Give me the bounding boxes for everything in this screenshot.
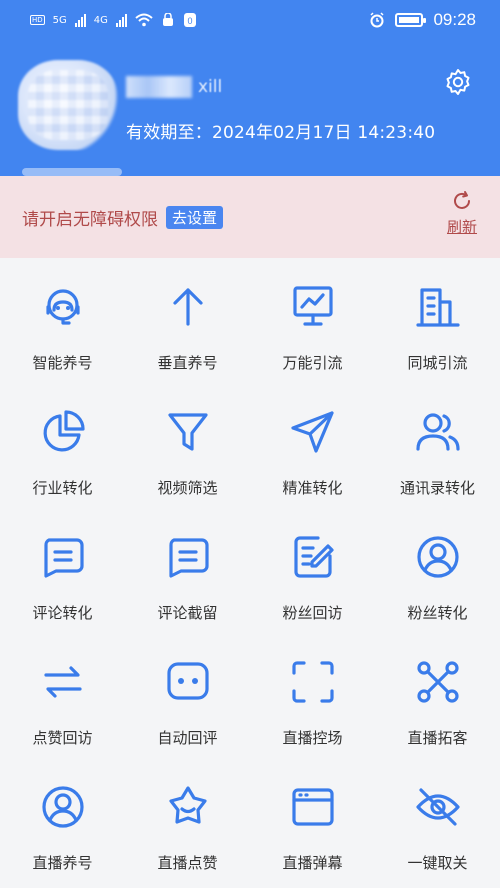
eye-off-icon xyxy=(415,788,460,826)
feature-tile-1[interactable]: 智能养号 xyxy=(0,270,125,395)
username: xill xyxy=(126,76,222,98)
clock: 09:28 xyxy=(433,10,476,29)
feature-tile-10[interactable]: 评论截留 xyxy=(125,520,250,645)
feature-tile-9[interactable]: 评论转化 xyxy=(0,520,125,645)
wifi-icon xyxy=(135,13,153,27)
network-icon xyxy=(416,661,459,703)
swap-icon xyxy=(43,666,82,698)
feature-tile-17[interactable]: 直播养号 xyxy=(0,770,125,888)
feature-tile-8[interactable]: 通讯录转化 xyxy=(375,395,500,520)
robot-icon xyxy=(45,289,80,325)
feature-label: 同城引流 xyxy=(407,354,468,372)
feature-tile-19[interactable]: 直播弹幕 xyxy=(250,770,375,888)
feature-tile-16[interactable]: 直播拓客 xyxy=(375,645,500,770)
net-1-label: 5G xyxy=(52,14,67,26)
signal-icon xyxy=(74,13,86,27)
feature-tile-11[interactable]: 粉丝回访 xyxy=(250,520,375,645)
contacts-icon xyxy=(415,413,460,451)
svg-text:0: 0 xyxy=(187,16,192,26)
feature-label: 视频筛选 xyxy=(157,479,218,497)
feature-tile-2[interactable]: 垂直养号 xyxy=(125,270,250,395)
notice-text: 请开启无障碍权限 去设置 xyxy=(22,205,224,230)
scan-frame-icon xyxy=(291,661,334,703)
feature-label: 直播拓客 xyxy=(407,729,468,747)
shield-icon: 0 xyxy=(183,13,196,27)
user-circle-icon xyxy=(416,536,459,578)
feature-label: 粉丝回访 xyxy=(282,604,343,622)
browser-window-icon xyxy=(291,788,334,826)
feature-label: 直播点赞 xyxy=(157,854,218,872)
feature-tile-7[interactable]: 精准转化 xyxy=(250,395,375,520)
comment-icon xyxy=(168,538,209,578)
feature-label: 精准转化 xyxy=(282,479,343,497)
feature-tile-12[interactable]: 粉丝转化 xyxy=(375,520,500,645)
feature-tile-3[interactable]: 万能引流 xyxy=(250,270,375,395)
edit-note-icon xyxy=(293,536,334,578)
feature-label: 直播控场 xyxy=(282,729,343,747)
feature-label: 万能引流 xyxy=(282,354,343,372)
notice-message: 请开启无障碍权限 xyxy=(22,210,158,230)
comment-icon xyxy=(43,538,84,578)
feature-label: 行业转化 xyxy=(32,479,93,497)
feature-label: 直播弹幕 xyxy=(282,854,343,872)
avatar[interactable] xyxy=(18,60,118,150)
status-left: HD 5G 4G 0 xyxy=(30,12,197,28)
feature-tile-20[interactable]: 一键取关 xyxy=(375,770,500,888)
feature-tile-15[interactable]: 直播控场 xyxy=(250,645,375,770)
building-icon xyxy=(415,288,460,327)
go-settings-button[interactable]: 去设置 xyxy=(166,206,224,229)
feature-label: 评论截留 xyxy=(157,604,218,622)
chart-board-icon xyxy=(292,286,333,326)
gear-icon[interactable] xyxy=(444,68,472,96)
pie-chart-icon xyxy=(43,410,85,452)
arrow-up-icon xyxy=(172,288,203,326)
hd-icon: HD xyxy=(30,15,45,25)
feature-label: 粉丝转化 xyxy=(407,604,468,622)
feature-label: 一键取关 xyxy=(407,854,468,872)
feature-tile-5[interactable]: 行业转化 xyxy=(0,395,125,520)
feature-label: 通讯录转化 xyxy=(399,479,475,497)
refresh-label: 刷新 xyxy=(446,218,477,236)
chat-dots-icon xyxy=(166,662,209,700)
user-circle-icon xyxy=(41,786,84,828)
username-suffix: xill xyxy=(198,77,223,97)
feature-tile-6[interactable]: 视频筛选 xyxy=(125,395,250,520)
alarm-icon xyxy=(370,12,384,28)
filter-icon xyxy=(167,413,208,451)
battery-icon xyxy=(395,13,427,27)
net-2-label: 4G xyxy=(93,14,108,26)
feature-tile-4[interactable]: 同城引流 xyxy=(375,270,500,395)
feature-tile-14[interactable]: 自动回评 xyxy=(125,645,250,770)
refresh-button[interactable]: 刷新 xyxy=(440,190,484,237)
status-bar: HD 5G 4G 0 09:28 xyxy=(0,0,500,46)
feature-tile-18[interactable]: 直播点赞 xyxy=(125,770,250,888)
lock-bag-icon xyxy=(162,13,173,26)
expiry-date: 有效期至：2024年02月17日 14:23:40 xyxy=(126,123,436,143)
feature-label: 智能养号 xyxy=(32,354,93,372)
feature-tile-13[interactable]: 点赞回访 xyxy=(0,645,125,770)
feature-grid: 智能养号 垂直养号 万能引流 同城引流 行业转化 视频筛选 精准转化 通讯录转化… xyxy=(0,270,500,888)
signal-icon-2 xyxy=(115,13,127,27)
navigation-icon xyxy=(290,411,334,453)
status-right: 09:28 xyxy=(369,10,476,30)
username-redacted xyxy=(126,76,192,98)
avatar-shadow xyxy=(22,168,122,176)
feature-label: 垂直养号 xyxy=(157,354,218,372)
feature-label: 直播养号 xyxy=(32,854,93,872)
feature-label: 自动回评 xyxy=(157,729,218,747)
refresh-icon xyxy=(454,191,470,209)
star-badge-icon xyxy=(168,786,207,824)
feature-label: 评论转化 xyxy=(32,604,93,622)
feature-label: 点赞回访 xyxy=(32,729,93,747)
